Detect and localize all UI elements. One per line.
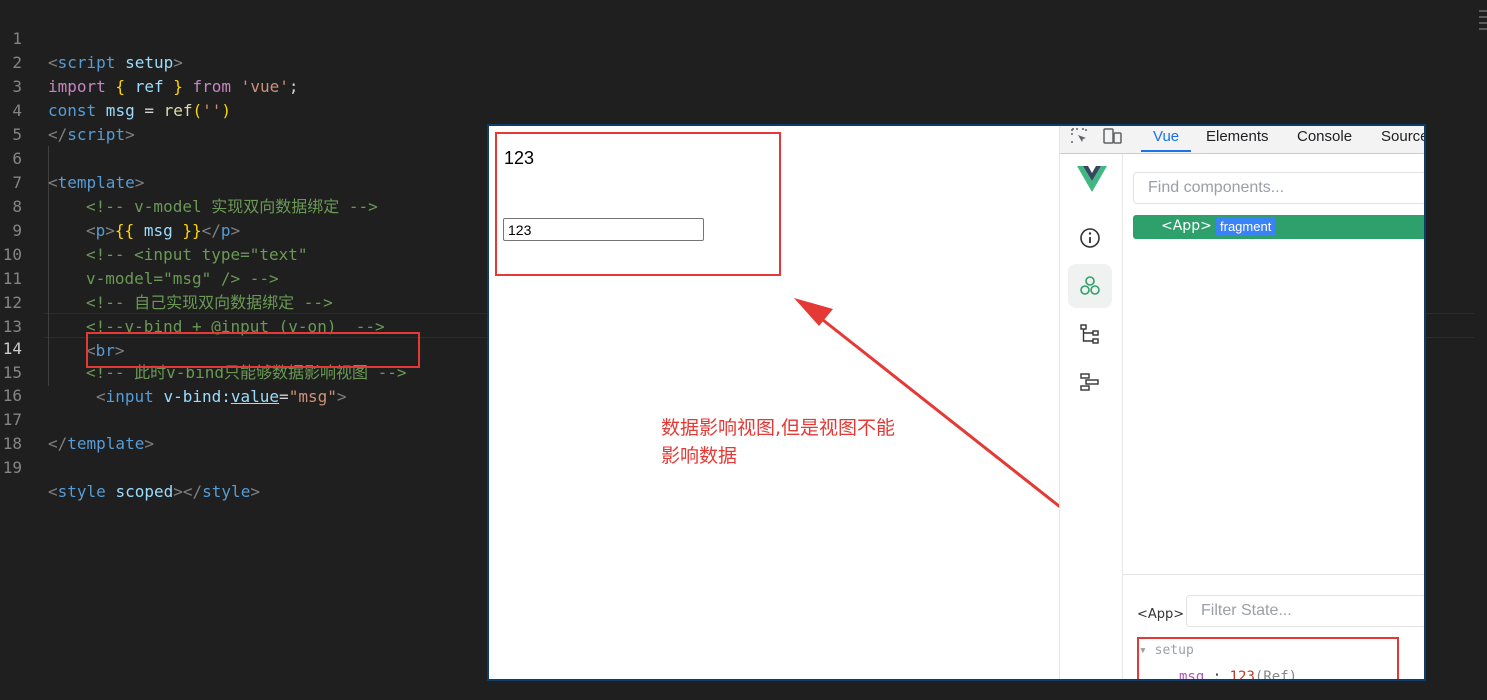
state-entry-msg[interactable]: msg : 123(Ref): [1179, 669, 1298, 681]
components-icon[interactable]: [1068, 264, 1112, 308]
component-tag: <App>: [1161, 218, 1212, 234]
code-line-14[interactable]: 14 <!-- 此时v-bind只能够数据影响视图 -->: [0, 313, 407, 382]
code-line-7[interactable]: 7 <!-- v-model 实现双向数据绑定 -->: [0, 147, 377, 216]
code-line-19[interactable]: 19 <style scoped></style>: [0, 432, 260, 501]
minimap[interactable]: [1479, 10, 1487, 42]
device-toolbar-icon[interactable]: [1102, 127, 1124, 149]
code-line-9[interactable]: 9 <!-- <input type="text": [0, 195, 307, 264]
tab-sources[interactable]: Source: [1381, 126, 1424, 152]
setup-section-label: setup: [1154, 643, 1194, 658]
code-highlight-box: [86, 332, 420, 368]
vue-devtools-rail: [1060, 154, 1123, 679]
find-components-input[interactable]: Find components...: [1133, 172, 1424, 204]
component-tree-row-app[interactable]: <App> fragment: [1133, 215, 1424, 239]
timeline-icon[interactable]: [1068, 360, 1112, 404]
code-line-17[interactable]: 17 </template>: [0, 384, 154, 453]
tab-vue[interactable]: Vue: [1141, 126, 1192, 152]
line-number: 19: [2, 458, 22, 477]
code-line-4[interactable]: 4 </script>: [0, 75, 134, 144]
code-line-13[interactable]: 13 <br>: [0, 291, 125, 360]
state-type: (Ref): [1254, 669, 1298, 681]
vue-logo-icon: [1077, 166, 1107, 192]
vue-components-pane: Find components... <App> fragment <App> …: [1123, 154, 1424, 681]
code-line-16[interactable]: 16: [0, 360, 39, 405]
fragment-badge: fragment: [1216, 217, 1276, 236]
info-icon[interactable]: [1068, 216, 1112, 260]
code-line-11[interactable]: 11 <!-- 自己实现双向数据绑定 -->: [0, 243, 333, 312]
state-colon: :: [1212, 669, 1222, 681]
code-line-10[interactable]: 10 v-model="msg" /> -->: [0, 219, 279, 288]
code-line-8[interactable]: 8 <p>{{ msg }}</p>: [0, 171, 240, 240]
filter-state-input[interactable]: Filter State...: [1186, 595, 1424, 627]
inspect-element-icon[interactable]: [1068, 127, 1090, 149]
component-tree-icon[interactable]: [1068, 312, 1112, 356]
devtools-tabbar: Vue Elements Console Source: [1060, 126, 1424, 154]
tab-elements[interactable]: Elements: [1206, 126, 1269, 152]
code-line-5[interactable]: 5: [0, 99, 39, 144]
code-line-6[interactable]: 6 <template>: [0, 123, 144, 192]
selected-component-label: <App>: [1137, 607, 1185, 622]
code-line-2[interactable]: 2 import { ref } from 'vue';: [0, 27, 298, 96]
caret-down-icon: ▾: [1139, 643, 1155, 658]
state-inspector: <App> Filter State... ▾ setup msg : 123(…: [1123, 574, 1424, 681]
state-key: msg: [1179, 669, 1205, 681]
code-line-3[interactable]: 3 const msg = ref(''): [0, 51, 231, 120]
devtools-panel: Vue Elements Console Source Find compone…: [1059, 126, 1424, 681]
code-line-15[interactable]: 15 <input v-bind:value="msg">: [0, 337, 347, 406]
code-line-1[interactable]: 1 <script setup>: [0, 3, 183, 72]
code-line-12[interactable]: 12 <!--v-bind + @input (v-on) -->: [0, 267, 385, 336]
tab-console[interactable]: Console: [1297, 126, 1352, 152]
setup-section-toggle[interactable]: ▾ setup: [1139, 643, 1194, 658]
state-value: 123: [1229, 669, 1255, 681]
code-line-18[interactable]: 18: [0, 408, 39, 453]
browser-window: 123 数据影响视图,但是视图不能 影响数据 Vue Elements Cons…: [487, 124, 1426, 681]
